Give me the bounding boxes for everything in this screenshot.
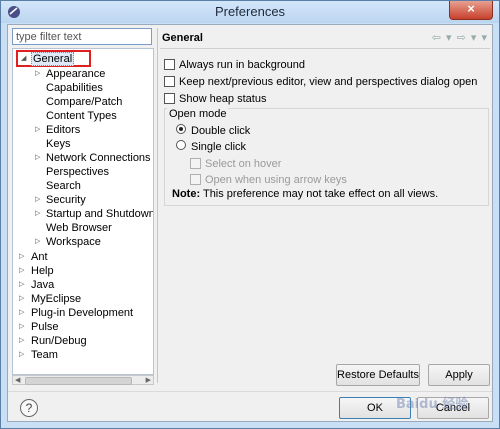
baidu-watermark: Baidu 经验	[396, 397, 469, 412]
title-bar: Preferences ×	[1, 1, 499, 23]
collapsed-twisty-icon[interactable]: ▷	[19, 253, 27, 261]
radio-selected[interactable]	[176, 124, 186, 134]
preference-tree[interactable]: ◢ General ▷ Appearance Capabilities Compa…	[12, 48, 154, 375]
open-mode-group-label: Open mode	[167, 108, 229, 120]
close-button[interactable]: ×	[449, 1, 493, 20]
note-text: This preference may not take effect on a…	[202, 188, 439, 200]
checkbox-box[interactable]	[164, 93, 175, 104]
bottom-separator	[8, 391, 492, 392]
expanded-twisty-icon[interactable]: ◢	[21, 55, 29, 63]
checkbox-box[interactable]	[164, 59, 175, 70]
preferences-window: Preferences × ◢ General ▷Appearance Capa…	[0, 0, 500, 429]
collapsed-twisty-icon[interactable]: ▷	[19, 351, 27, 359]
checkbox-box-disabled	[190, 174, 201, 185]
collapsed-twisty-icon[interactable]: ▷	[19, 309, 27, 317]
page-header: General ⇦ ▾ ⇨ ▾ ▾	[160, 28, 490, 48]
page-title: General	[162, 32, 203, 44]
restore-defaults-button[interactable]: Restore Defaults	[336, 364, 420, 386]
apply-button[interactable]: Apply	[428, 364, 490, 386]
tree-horizontal-scrollbar[interactable]: ◀ ▶	[12, 375, 154, 385]
collapsed-twisty-icon[interactable]: ▷	[35, 196, 43, 204]
collapsed-twisty-icon[interactable]: ▷	[19, 295, 27, 303]
scroll-right-icon[interactable]: ▶	[146, 376, 151, 385]
checkbox-box-disabled	[190, 158, 201, 169]
collapsed-twisty-icon[interactable]: ▷	[19, 281, 27, 289]
collapsed-twisty-icon[interactable]: ▷	[19, 337, 27, 345]
radio-unselected[interactable]	[176, 140, 186, 150]
checkbox-box[interactable]	[164, 76, 175, 87]
preference-tree-pane: ◢ General ▷Appearance Capabilities Compa…	[12, 28, 154, 385]
note-label: Note:	[172, 188, 201, 200]
preference-note: Note: This preference may not take effec…	[172, 188, 438, 200]
collapsed-twisty-icon[interactable]: ▷	[35, 210, 43, 218]
preference-page: General ⇦ ▾ ⇨ ▾ ▾ Always run in backgrou…	[160, 28, 490, 386]
collapsed-twisty-icon[interactable]: ▷	[35, 70, 43, 78]
scrollbar-thumb[interactable]	[25, 377, 132, 385]
pane-divider[interactable]	[157, 28, 158, 383]
scroll-left-icon[interactable]: ◀	[15, 376, 20, 385]
collapsed-twisty-icon[interactable]: ▷	[35, 126, 43, 134]
tree-item-general[interactable]: ◢ General	[13, 50, 153, 67]
collapsed-twisty-icon[interactable]: ▷	[19, 323, 27, 331]
window-title: Preferences	[214, 4, 286, 19]
collapsed-twisty-icon[interactable]: ▷	[35, 238, 43, 246]
help-icon[interactable]: ?	[20, 399, 38, 417]
dialog-client-area: ◢ General ▷Appearance Capabilities Compa…	[7, 24, 493, 422]
collapsed-twisty-icon[interactable]: ▷	[19, 267, 27, 275]
filter-input[interactable]	[12, 28, 152, 45]
header-divider	[160, 48, 490, 49]
collapsed-twisty-icon[interactable]: ▷	[35, 154, 43, 162]
history-nav-icons[interactable]: ⇦ ▾ ⇨ ▾ ▾	[432, 31, 488, 44]
tree-item-label: General	[31, 52, 75, 66]
